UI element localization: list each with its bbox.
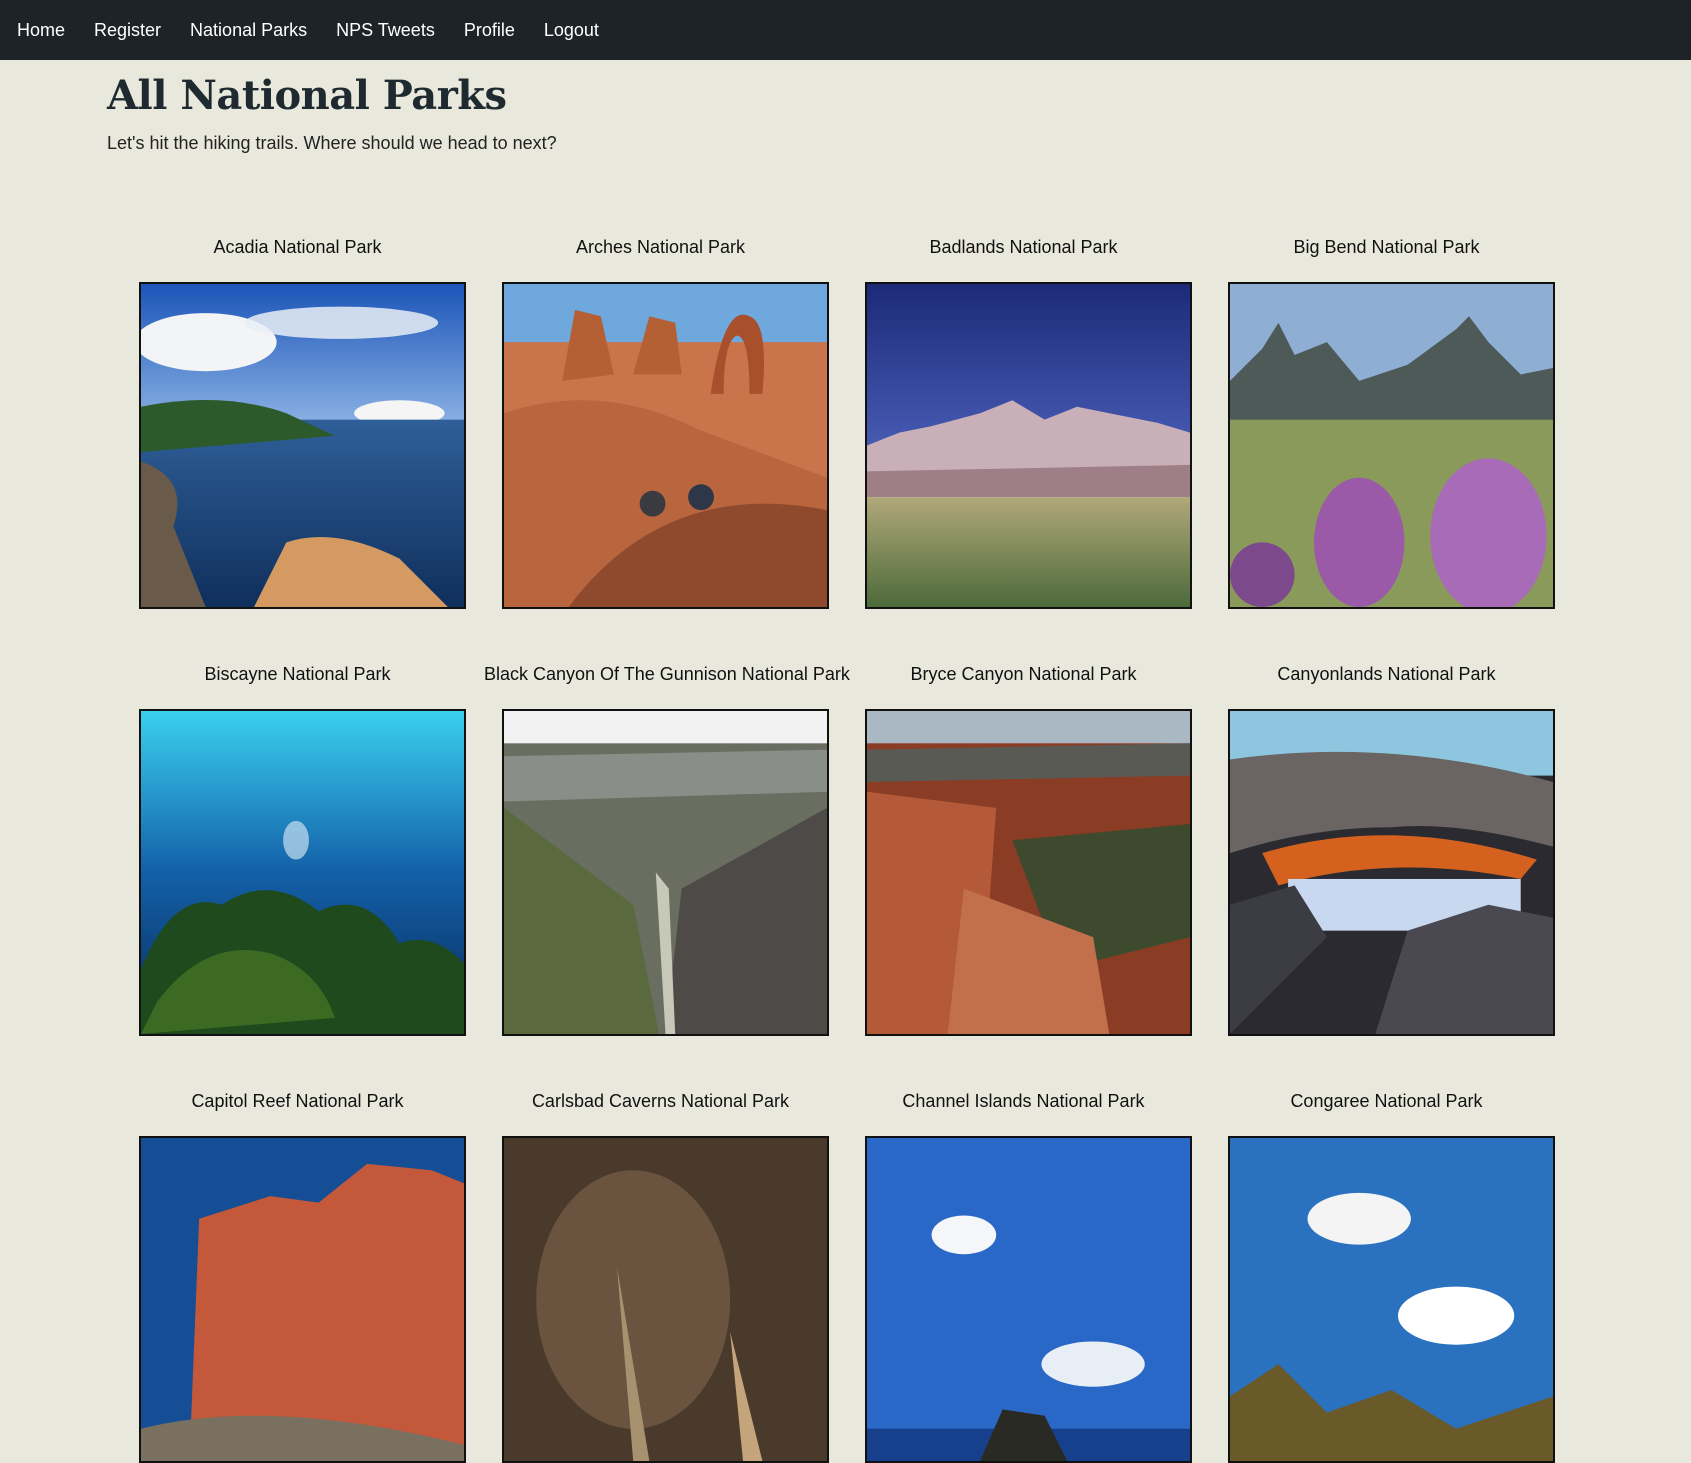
park-card: Badlands National Park bbox=[847, 232, 1210, 609]
nav-home-link[interactable]: Home bbox=[17, 20, 65, 41]
park-photo-channel-islands[interactable] bbox=[865, 1136, 1192, 1463]
park-photo-big-bend[interactable] bbox=[1228, 282, 1555, 609]
park-card: Capitol Reef National Park bbox=[121, 1086, 484, 1463]
parks-grid: Acadia National Park Arches National Par… bbox=[121, 232, 1573, 1463]
park-photo-congaree[interactable] bbox=[1228, 1136, 1555, 1463]
park-card: Biscayne National Park bbox=[121, 659, 484, 1036]
park-name: Bryce Canyon National Park bbox=[910, 664, 1137, 684]
park-name: Badlands National Park bbox=[929, 237, 1118, 257]
park-card: Channel Islands National Park bbox=[847, 1086, 1210, 1463]
nav-nps-tweets-link[interactable]: NPS Tweets bbox=[336, 20, 435, 41]
nav-national-parks-link[interactable]: National Parks bbox=[190, 20, 307, 41]
park-photo-acadia[interactable] bbox=[139, 282, 466, 609]
park-name: Canyonlands National Park bbox=[1277, 664, 1496, 684]
nav-logout-link[interactable]: Logout bbox=[544, 20, 599, 41]
park-name: Black Canyon Of The Gunnison National Pa… bbox=[484, 664, 850, 684]
park-card: Big Bend National Park bbox=[1210, 232, 1573, 609]
park-card: Arches National Park bbox=[484, 232, 847, 609]
park-photo-badlands[interactable] bbox=[865, 282, 1192, 609]
park-photo-capitol-reef[interactable] bbox=[139, 1136, 466, 1463]
park-card: Carlsbad Caverns National Park bbox=[484, 1086, 847, 1463]
park-name: Acadia National Park bbox=[213, 237, 382, 257]
park-photo-bryce-canyon[interactable] bbox=[865, 709, 1192, 1036]
park-card: Bryce Canyon National Park bbox=[847, 659, 1210, 1036]
park-name: Arches National Park bbox=[575, 237, 746, 257]
park-photo-canyonlands[interactable] bbox=[1228, 709, 1555, 1036]
park-card: Acadia National Park bbox=[121, 232, 484, 609]
park-name: Biscayne National Park bbox=[204, 664, 391, 684]
park-name: Capitol Reef National Park bbox=[191, 1091, 404, 1111]
page-title: All National Parks bbox=[107, 72, 507, 119]
park-name: Channel Islands National Park bbox=[902, 1091, 1145, 1111]
park-photo-carlsbad-caverns[interactable] bbox=[502, 1136, 829, 1463]
park-name: Carlsbad Caverns National Park bbox=[531, 1091, 790, 1111]
park-card: Congaree National Park bbox=[1210, 1086, 1573, 1463]
page-subtitle: Let's hit the hiking trails. Where shoul… bbox=[107, 133, 557, 153]
park-photo-black-canyon[interactable] bbox=[502, 709, 829, 1036]
park-photo-arches[interactable] bbox=[502, 282, 829, 609]
nav-register-link[interactable]: Register bbox=[94, 20, 161, 41]
park-name: Big Bend National Park bbox=[1293, 237, 1480, 257]
park-card: Black Canyon Of The Gunnison National Pa… bbox=[484, 659, 850, 1036]
park-name: Congaree National Park bbox=[1290, 1091, 1483, 1111]
park-card: Canyonlands National Park bbox=[1210, 659, 1573, 1036]
page-header: All National Parks Let's hit the hiking … bbox=[107, 72, 557, 154]
nav-profile-link[interactable]: Profile bbox=[464, 20, 515, 41]
top-navbar: Home Register National Parks NPS Tweets … bbox=[0, 0, 1691, 60]
park-photo-biscayne[interactable] bbox=[139, 709, 466, 1036]
